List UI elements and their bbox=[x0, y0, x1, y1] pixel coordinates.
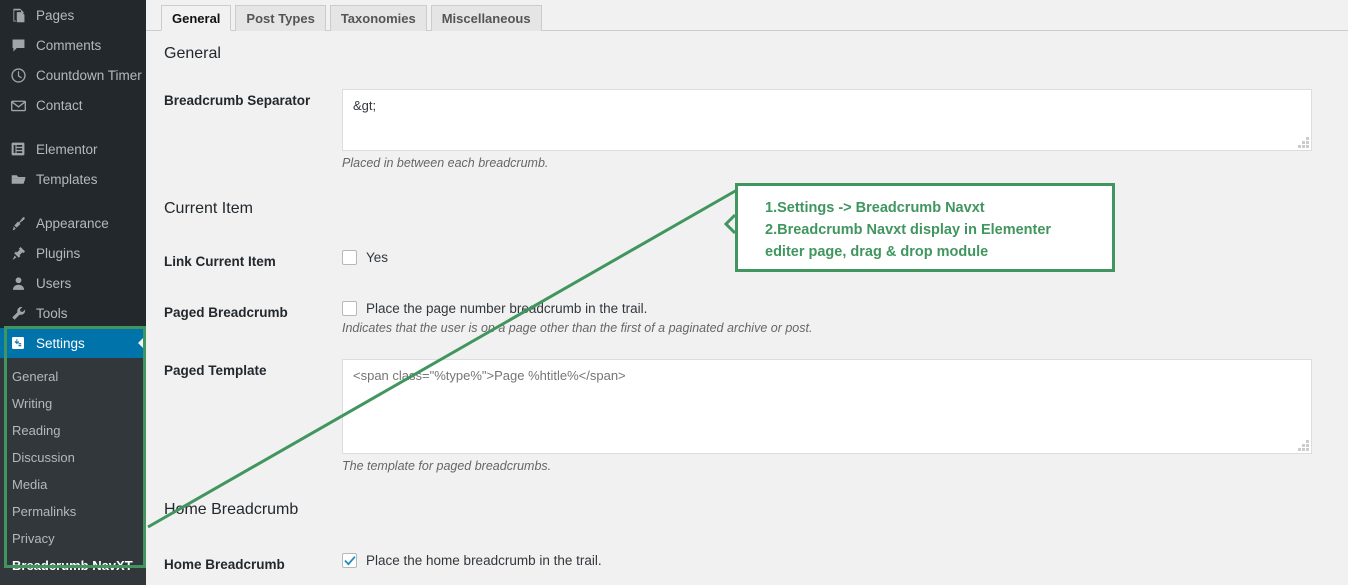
admin-page: Pages Comments Countdown Timer Contact E… bbox=[0, 0, 1348, 585]
submenu-item-discussion[interactable]: Discussion bbox=[0, 444, 146, 471]
sidebar-item-label: Countdown Timer bbox=[36, 67, 142, 83]
sidebar-separator bbox=[0, 194, 146, 208]
sidebar-item-tools[interactable]: Tools bbox=[0, 298, 146, 328]
user-icon bbox=[9, 274, 27, 292]
wrench-icon bbox=[9, 304, 27, 322]
label-paged-template: Paged Template bbox=[164, 363, 267, 378]
sidebar-item-templates[interactable]: Templates bbox=[0, 164, 146, 194]
submenu-item-breadcrumb-navxt[interactable]: Breadcrumb NavXT bbox=[0, 552, 146, 579]
row-paged-template: Paged Template The template for paged br… bbox=[146, 359, 1348, 473]
sidebar-item-plugins[interactable]: Plugins bbox=[0, 238, 146, 268]
current-menu-arrow-icon bbox=[138, 335, 146, 351]
heading-general: General bbox=[164, 45, 221, 62]
tab-miscellaneous[interactable]: Miscellaneous bbox=[430, 5, 542, 31]
paintbrush-icon bbox=[9, 214, 27, 232]
tab-taxonomies[interactable]: Taxonomies bbox=[329, 5, 427, 31]
help-paged-breadcrumb: Indicates that the user is on a page oth… bbox=[342, 321, 813, 335]
sidebar-item-label: Plugins bbox=[36, 245, 81, 261]
settings-content: General Post Types Taxonomies Miscellane… bbox=[146, 0, 1348, 585]
annotation-line-3: editer page, drag & drop module bbox=[765, 244, 989, 260]
row-home-breadcrumb: Home Breadcrumb Place the home breadcrum… bbox=[146, 553, 1348, 572]
paged-breadcrumb-checkbox[interactable] bbox=[342, 301, 357, 316]
label-paged-breadcrumb: Paged Breadcrumb bbox=[164, 305, 288, 320]
submenu-item-general[interactable]: General bbox=[0, 363, 146, 390]
settings-submenu: General Writing Reading Discussion Media… bbox=[0, 358, 146, 585]
elementor-icon bbox=[9, 140, 27, 158]
submenu-item-reading[interactable]: Reading bbox=[0, 417, 146, 444]
tab-post-types[interactable]: Post Types bbox=[235, 5, 326, 31]
sidebar-item-label: Settings bbox=[36, 335, 85, 351]
annotation-line-2: 2.Breadcrumb Navxt display in Elementer bbox=[765, 222, 1052, 238]
link-current-item-text: Yes bbox=[366, 250, 389, 265]
row-paged-breadcrumb: Paged Breadcrumb Place the page number b… bbox=[146, 301, 1348, 335]
sidebar-item-label: Pages bbox=[36, 7, 75, 23]
sidebar-item-settings[interactable]: Settings bbox=[0, 328, 146, 358]
paged-template-input[interactable] bbox=[342, 359, 1312, 454]
sidebar-item-label: Tools bbox=[36, 305, 68, 321]
settings-icon bbox=[9, 334, 27, 352]
envelope-icon bbox=[9, 96, 27, 114]
link-current-item-checkbox[interactable] bbox=[342, 250, 357, 265]
heading-home-breadcrumb: Home Breadcrumb bbox=[164, 501, 299, 518]
sidebar-item-label: Contact bbox=[36, 97, 83, 113]
label-home-breadcrumb: Home Breadcrumb bbox=[164, 557, 285, 572]
submenu-item-privacy[interactable]: Privacy bbox=[0, 525, 146, 552]
sidebar-item-label: Templates bbox=[36, 171, 98, 187]
clock-icon bbox=[9, 66, 27, 84]
home-breadcrumb-checkbox[interactable] bbox=[342, 553, 357, 568]
folder-icon bbox=[9, 170, 27, 188]
help-breadcrumb-separator: Placed in between each breadcrumb. bbox=[342, 156, 549, 170]
sidebar-item-users[interactable]: Users bbox=[0, 268, 146, 298]
submenu-item-media[interactable]: Media bbox=[0, 471, 146, 498]
sidebar-item-appearance[interactable]: Appearance bbox=[0, 208, 146, 238]
help-paged-template: The template for paged breadcrumbs. bbox=[342, 459, 552, 473]
annotation-line-1: 1.Settings -> Breadcrumb Navxt bbox=[765, 200, 985, 216]
plug-icon bbox=[9, 244, 27, 262]
tab-general[interactable]: General bbox=[161, 5, 232, 31]
sidebar-item-countdown-timer[interactable]: Countdown Timer bbox=[0, 60, 146, 90]
admin-sidebar: Pages Comments Countdown Timer Contact E… bbox=[0, 0, 146, 585]
paged-breadcrumb-text: Place the page number breadcrumb in the … bbox=[366, 301, 648, 316]
home-breadcrumb-text: Place the home breadcrumb in the trail. bbox=[366, 553, 602, 568]
submenu-item-writing[interactable]: Writing bbox=[0, 390, 146, 417]
sidebar-item-contact[interactable]: Contact bbox=[0, 90, 146, 120]
sidebar-item-label: Appearance bbox=[36, 215, 109, 231]
label-breadcrumb-separator: Breadcrumb Separator bbox=[164, 93, 311, 108]
comments-icon bbox=[9, 36, 27, 54]
annotation-callout: 1.Settings -> Breadcrumb Navxt 2.Breadcr… bbox=[735, 183, 1115, 272]
sidebar-item-comments[interactable]: Comments bbox=[0, 30, 146, 60]
settings-tabs: General Post Types Taxonomies Miscellane… bbox=[146, 0, 1348, 31]
label-link-current-item: Link Current Item bbox=[164, 254, 276, 269]
row-breadcrumb-separator: Breadcrumb Separator Placed in between e… bbox=[146, 89, 1348, 170]
sidebar-item-elementor[interactable]: Elementor bbox=[0, 134, 146, 164]
sidebar-item-label: Users bbox=[36, 275, 72, 291]
sidebar-separator bbox=[0, 120, 146, 134]
sidebar-item-label: Elementor bbox=[36, 141, 98, 157]
pages-icon bbox=[9, 6, 27, 24]
sidebar-item-label: Comments bbox=[36, 37, 102, 53]
sidebar-item-pages[interactable]: Pages bbox=[0, 0, 146, 30]
submenu-item-permalinks[interactable]: Permalinks bbox=[0, 498, 146, 525]
breadcrumb-separator-input[interactable] bbox=[342, 89, 1312, 151]
